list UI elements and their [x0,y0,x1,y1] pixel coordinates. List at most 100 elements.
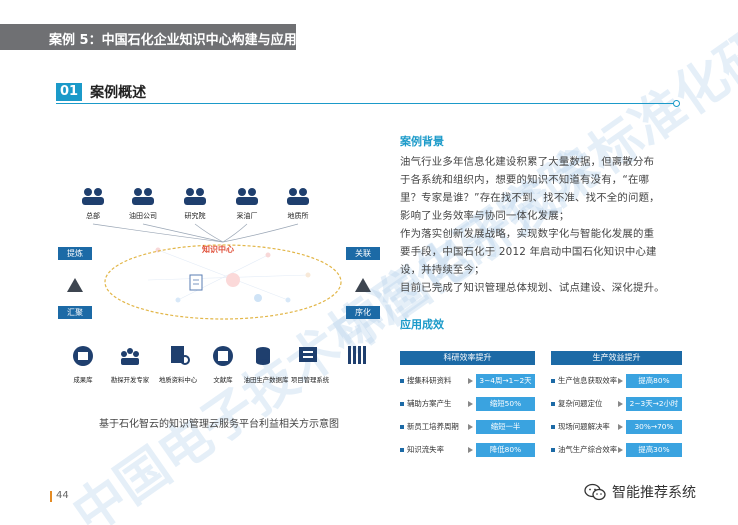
brand-name: 智能推荐系统 [612,485,696,501]
wechat-icon [584,483,606,501]
table-row: 现场问题解决率 30%→70% [551,420,682,434]
knowledge-center-ellipse [104,244,342,320]
connector-lines [92,223,299,243]
background-line: 目前已完成了知识管理总体规划、试点建设、深化提升。 [400,282,665,294]
center-label: 知识中心 [202,244,234,254]
row-label: 现场问题解决率 [558,422,610,431]
bottom-label-literature: 文献库 [213,375,233,384]
row-value: 2~3天→2小时 [626,397,682,411]
row-label: 复杂问题定位 [558,399,603,408]
triangle-up-icon [355,278,371,292]
people-icon [184,188,206,205]
bottom-icons [73,346,366,366]
divider-end-circle-icon [673,100,680,107]
people-icon [82,188,104,205]
background-line: 设，并持续至今； [400,264,485,276]
node-label-institute: 研究院 [185,211,206,220]
figure-caption: 基于石化智云的知识管理云服务平台利益相关方示意图 [99,419,339,430]
bullet-icon [400,448,404,452]
background-line: 要手段，中国石化于 2012 年启动中国石化知识中心建 [400,246,657,258]
top-node-icons [82,188,309,205]
people-icon [132,188,154,205]
row-value: 3~4周→1~2天 [476,374,535,388]
row-label: 知识流失率 [407,445,444,454]
section-title: 案例概述 [90,85,147,101]
refine-label: 提炼 [67,248,83,258]
node-label-oilfield: 油田公司 [129,211,157,220]
bottom-label-production: 油田生产数据库 [244,375,289,384]
bullet-icon [551,379,555,383]
bullet-icon [400,402,404,406]
row-value: 提高30% [626,443,682,457]
bullet-icon [400,379,404,383]
bullet-icon [551,425,555,429]
arrow-right-icon [468,447,473,453]
page-number: 44 [56,490,69,501]
row-label: 搜集科研资料 [407,376,452,385]
section-number: 01 [56,83,83,101]
page-header-title: 案例 5：中国石化企业知识中心构建与应用 [49,33,297,48]
database-icon [256,347,270,365]
section-divider [56,103,676,104]
arrow-right-icon [468,378,473,384]
row-value: 缩短50% [476,397,535,411]
order-label: 序化 [355,307,371,317]
research-efficiency-table: 科研效率提升 搜集科研资料 3~4周→1~2天 辅助方案产生 缩短50% 新员工… [400,351,535,457]
background-line: 油气行业多年信息化建设积累了大量数据，但离散分布 [400,156,655,168]
search-document-icon [171,346,190,365]
management-system-icon [299,347,317,362]
case-background: 案例背景 油气行业多年信息化建设积累了大量数据，但离散分布 于各系统和组织内，想… [400,133,680,297]
arrow-right-icon [618,378,623,384]
document-icon [189,274,203,291]
row-value: 降低80% [476,443,535,457]
row-value: 30%→70% [626,420,682,434]
book-icon [213,346,233,366]
background-line: 里？专家是谁？”存在找不到、找不准、找不全的问题， [400,192,660,204]
center-node-icon [226,273,240,287]
table-row: 搜集科研资料 3~4周→1~2天 [400,374,535,388]
table-row: 生产信息获取效率 提高80% [551,374,682,388]
expert-icon [121,348,139,365]
knowledge-center-diagram: 总部 油田公司 研究院 采油厂 地质所 知识中心 提炼 汇聚 关联 序化 成果库… [58,188,380,384]
results-heading: 应用成效 [400,318,444,331]
bottom-label-experts: 勘探开发专家 [111,375,150,384]
bottom-label-results: 成果库 [73,375,93,384]
arrow-right-icon [468,401,473,407]
row-label: 辅助方案产生 [407,399,452,408]
table-title: 科研效率提升 [400,351,535,365]
table-title: 生产效益提升 [551,351,682,365]
bottom-label-project: 项目管理系统 [291,375,330,384]
node-label-geology: 地质所 [288,211,309,220]
production-benefit-table: 生产效益提升 生产信息获取效率 提高80% 复杂问题定位 2~3天→2小时 现场… [551,351,682,457]
arrow-right-icon [618,401,623,407]
background-line: 影响了业务效率与协同一体化发展； [400,210,570,222]
row-value: 缩短一半 [476,420,535,434]
table-row: 油气生产综合效率 提高30% [551,443,682,457]
brand-signature: 智能推荐系统 [584,482,696,502]
bottom-label-geodata: 地质资料中心 [159,375,198,384]
relate-label: 关联 [355,248,371,258]
table-row: 新员工培养周期 缩短一半 [400,420,535,434]
row-label: 新员工培养周期 [407,422,459,431]
table-row: 知识流失率 降低80% [400,443,535,457]
header-bar: 案例 5：中国石化企业知识中心构建与应用 [0,24,297,50]
center-node-icon [254,294,262,302]
background-heading: 案例背景 [400,135,444,148]
page-number-bar [50,491,52,502]
bullet-icon [551,448,555,452]
people-icon [287,188,309,205]
node-label-plant: 采油厂 [237,211,258,220]
gather-label: 汇聚 [67,308,83,317]
bullet-icon [551,402,555,406]
section-heading: 01 案例概述 [56,83,146,101]
node-label-hq: 总部 [86,211,100,220]
arrow-right-icon [468,424,473,430]
row-value: 提高80% [626,374,682,388]
triangle-up-icon [67,278,83,292]
library-icon [348,346,366,364]
row-label: 生产信息获取效率 [558,376,618,385]
arrow-right-icon [618,447,623,453]
table-row: 辅助方案产生 缩短50% [400,397,535,411]
bullet-icon [400,425,404,429]
row-label: 油气生产综合效率 [558,445,618,454]
